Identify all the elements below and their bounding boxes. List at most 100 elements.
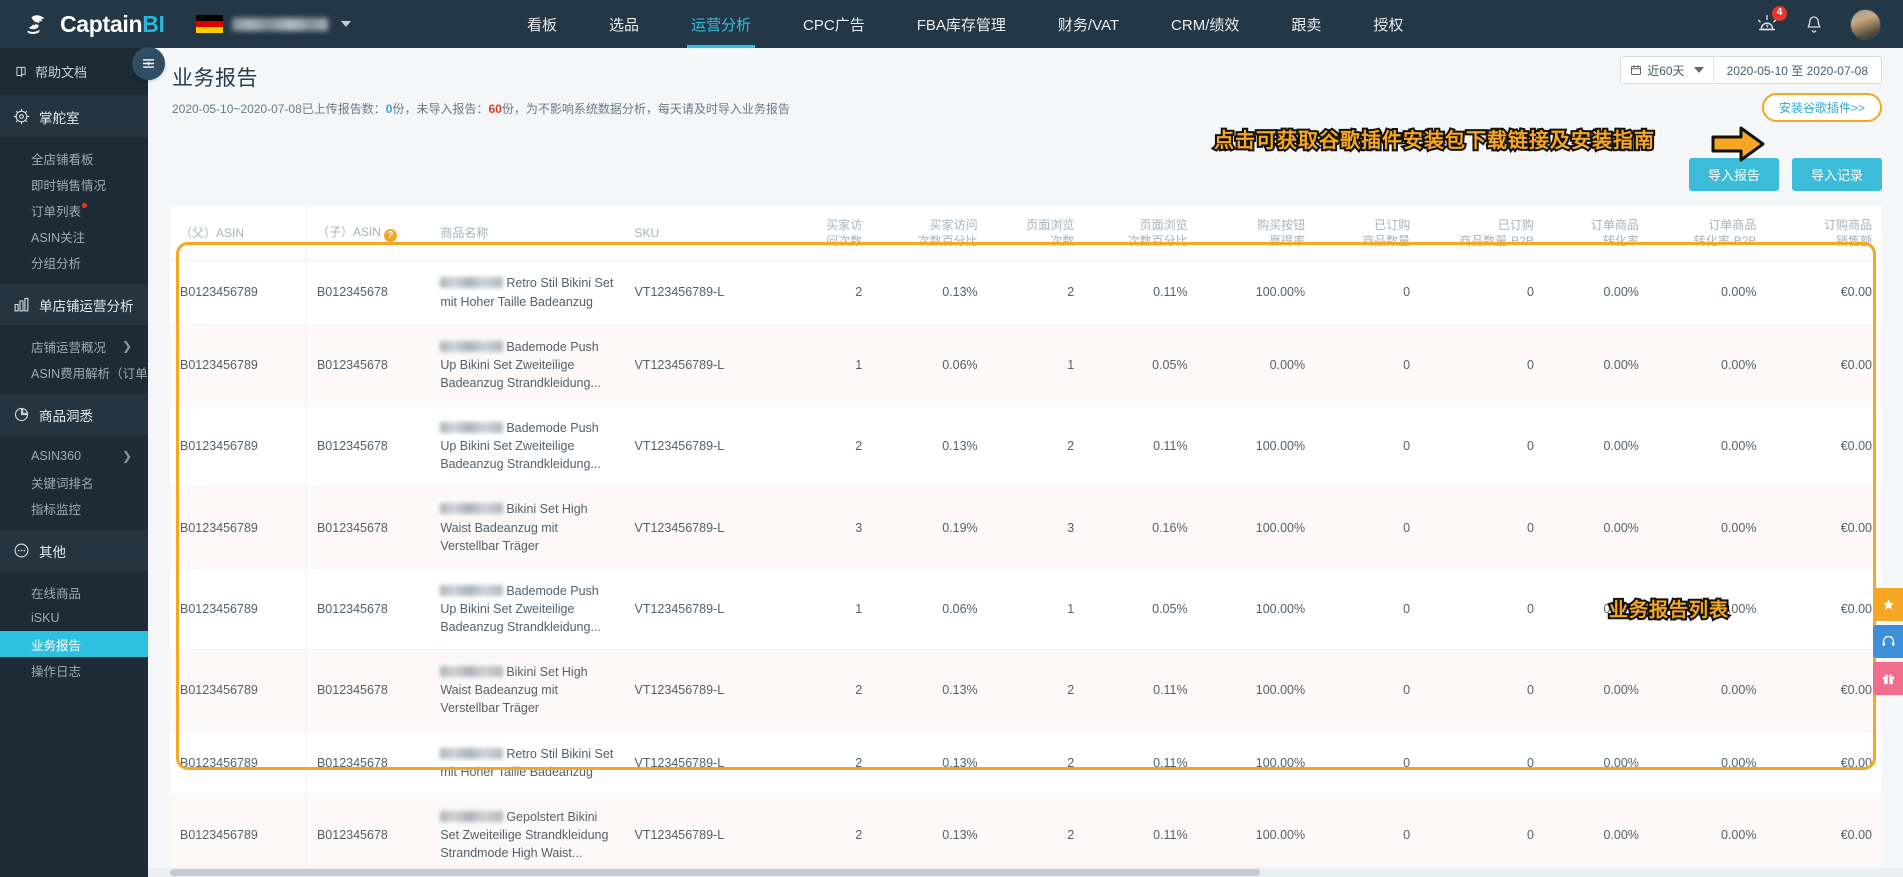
col-label: SKU [635, 226, 660, 240]
sidebar-item-asin360[interactable]: ASIN360❯ [0, 443, 148, 469]
cell-sessions: 2 [771, 650, 872, 731]
sidebar-item-business-report[interactable]: 业务报告 [0, 631, 148, 657]
date-range-picker[interactable]: 近60天 2020-05-10 至 2020-07-08 [1620, 56, 1882, 84]
cell-units_b2b: 0 [1420, 261, 1544, 324]
nav-item-followsell[interactable]: 跟卖 [1265, 0, 1347, 48]
col-label-line1: 订单商品 [1659, 217, 1757, 233]
sidebar-link-label: ASIN360 [31, 449, 81, 463]
help-icon[interactable]: ? [384, 229, 397, 242]
sidebar-item-shop-overview[interactable]: 店铺运营概况❯ [0, 333, 148, 359]
sidebar-link-label: ASIN费用解析（订单） [31, 363, 148, 382]
col-pageviews[interactable]: 页面浏览次数 [988, 206, 1085, 261]
nav-item-auth[interactable]: 授权 [1347, 0, 1429, 48]
table-row[interactable]: B0123456789B012345678Bademode Push Up Bi… [170, 406, 1882, 487]
avatar[interactable] [1850, 9, 1881, 40]
sidebar-group-single-shop-ops[interactable]: 单店铺运营分析 [0, 284, 148, 325]
table-row[interactable]: B0123456789B012345678Bademode Push Up Bi… [170, 324, 1882, 405]
cell-sessions_pct: 0.13% [872, 406, 987, 487]
sidebar-item-group-analysis[interactable]: 分组分析 [0, 249, 148, 275]
nav-item-fba[interactable]: FBA库存管理 [891, 0, 1032, 48]
cell-conv: 0.00% [1544, 261, 1649, 324]
service-icon [1881, 634, 1896, 649]
brand-logo-area[interactable]: CaptainBI [0, 0, 182, 48]
cell-sales: €0.00 [1766, 731, 1882, 794]
table-row[interactable]: B0123456789B012345678Gepolstert Bikini S… [170, 794, 1882, 866]
col-sku[interactable]: SKU [625, 206, 772, 261]
cell-sales: €0.00 [1766, 568, 1882, 649]
new-dot-indicator [82, 203, 87, 208]
nav-item-operations[interactable]: 运营分析 [665, 0, 777, 48]
cell-buybox: 100.00% [1198, 650, 1316, 731]
col-units-ordered-b2b[interactable]: 已订购商品数量-B2B [1420, 206, 1544, 261]
col-sessions-pct[interactable]: 买家访问次数百分比 [872, 206, 987, 261]
col-label-line1: 买家访问 [882, 217, 977, 233]
sidebar-item-all-shop-board[interactable]: 全店铺看板 [0, 145, 148, 171]
table-row[interactable]: B0123456789B012345678Bikini Set High Wai… [170, 487, 1882, 568]
cell-sessions_pct: 0.13% [872, 650, 987, 731]
sidebar-link-label: 分组分析 [31, 253, 81, 272]
nav-item-kanban[interactable]: 看板 [501, 0, 583, 48]
sidebar-item-asin-follow[interactable]: ASIN关注 [0, 223, 148, 249]
cell-conv_b2b: 0.00% [1649, 261, 1767, 324]
sidebar-link-label: 全店铺看板 [31, 149, 94, 168]
gift-button[interactable] [1873, 662, 1903, 695]
col-child-asin[interactable]: （子）ASIN? [306, 206, 430, 261]
sidebar-item-online-products[interactable]: 在线商品 [0, 579, 148, 605]
import-report-button[interactable]: 导入报告 [1689, 158, 1779, 191]
sidebar-item-realtime-sales[interactable]: 即时销售情况 [0, 171, 148, 197]
sidebar-link-label: 指标监控 [31, 499, 81, 518]
import-record-button[interactable]: 导入记录 [1792, 158, 1882, 191]
cell-sessions_pct: 0.13% [872, 731, 987, 794]
nav-label: 看板 [527, 14, 557, 35]
cell-pageviews: 2 [988, 650, 1085, 731]
col-label-line2: 问次数 [781, 233, 862, 249]
favorite-button[interactable] [1873, 588, 1903, 621]
sidebar-group-product-insight[interactable]: 商品洞悉 [0, 394, 148, 435]
sidebar-item-metric-monitor[interactable]: 指标监控 [0, 495, 148, 521]
table-row[interactable]: B0123456789B012345678Retro Stil Bikini S… [170, 731, 1882, 794]
col-parent-asin[interactable]: （父）ASIN [170, 206, 306, 261]
col-product-name[interactable]: 商品名称 [430, 206, 624, 261]
nav-item-crm[interactable]: CRM/绩效 [1145, 0, 1265, 48]
cell-buybox: 100.00% [1198, 568, 1316, 649]
shop-selector[interactable] [196, 0, 351, 48]
horizontal-scrollbar-thumb[interactable] [170, 869, 1260, 876]
alarm-button[interactable]: 4 [1756, 13, 1778, 35]
sidebar-item-order-list[interactable]: 订单列表 [0, 197, 148, 223]
col-sessions[interactable]: 买家访问次数 [771, 206, 872, 261]
nav-item-finance[interactable]: 财务/VAT [1032, 0, 1145, 48]
table-row[interactable]: B0123456789B012345678Bademode Push Up Bi… [170, 568, 1882, 649]
date-preset-dropdown[interactable]: 近60天 [1621, 57, 1713, 83]
sidebar-group-helm[interactable]: 掌舵室 [0, 96, 148, 137]
cell-child_asin: B012345678 [306, 794, 430, 866]
sidebar-link-label: 关键词排名 [31, 473, 94, 492]
nav-item-cpc-ads[interactable]: CPC广告 [777, 0, 891, 48]
sidebar-collapse-button[interactable] [132, 47, 165, 80]
nav-item-selection[interactable]: 选品 [583, 0, 665, 48]
date-range-value[interactable]: 2020-05-10 至 2020-07-08 [1714, 57, 1881, 83]
col-ordered-sales[interactable]: 订购商品销售额 [1766, 206, 1882, 261]
table-row[interactable]: B0123456789B012345678Bikini Set High Wai… [170, 650, 1882, 731]
sidebar-item-help-docs[interactable]: 帮助文档 [0, 48, 148, 96]
cell-product_name: Bademode Push Up Bikini Set Zweiteilige … [430, 568, 624, 649]
brand-name-redacted [440, 341, 503, 352]
cell-pageviews_pct: 0.05% [1084, 568, 1197, 649]
sidebar-group-other[interactable]: 其他 [0, 530, 148, 571]
col-conversion[interactable]: 订单商品转化率 [1544, 206, 1649, 261]
install-google-plugin-link[interactable]: 安装谷歌插件>> [1762, 93, 1882, 122]
top-navigation-bar: CaptainBI 看板 选品 运营分析 CPC广告 FBA库存管理 财务/VA… [0, 0, 1903, 48]
cell-parent_asin: B0123456789 [170, 650, 306, 731]
customer-service-button[interactable] [1873, 625, 1903, 658]
sidebar-item-asin-cost-analysis[interactable]: ASIN费用解析（订单） [0, 359, 148, 385]
cell-units: 0 [1315, 406, 1420, 487]
sidebar-item-operation-log[interactable]: 操作日志 [0, 657, 148, 683]
table-row[interactable]: B0123456789B012345678Retro Stil Bikini S… [170, 261, 1882, 324]
sidebar-item-isku[interactable]: iSKU [0, 605, 148, 631]
notifications-button[interactable] [1804, 14, 1824, 35]
col-pageviews-pct[interactable]: 页面浏览次数百分比 [1084, 206, 1197, 261]
col-conversion-b2b[interactable]: 订单商品转化率-B2B [1649, 206, 1767, 261]
horizontal-scrollbar-track[interactable] [148, 868, 1903, 877]
col-buybox-rate[interactable]: 购买按钮赢得率 [1198, 206, 1316, 261]
sidebar-item-keyword-ranking[interactable]: 关键词排名 [0, 469, 148, 495]
col-units-ordered[interactable]: 已订购商品数量 [1315, 206, 1420, 261]
